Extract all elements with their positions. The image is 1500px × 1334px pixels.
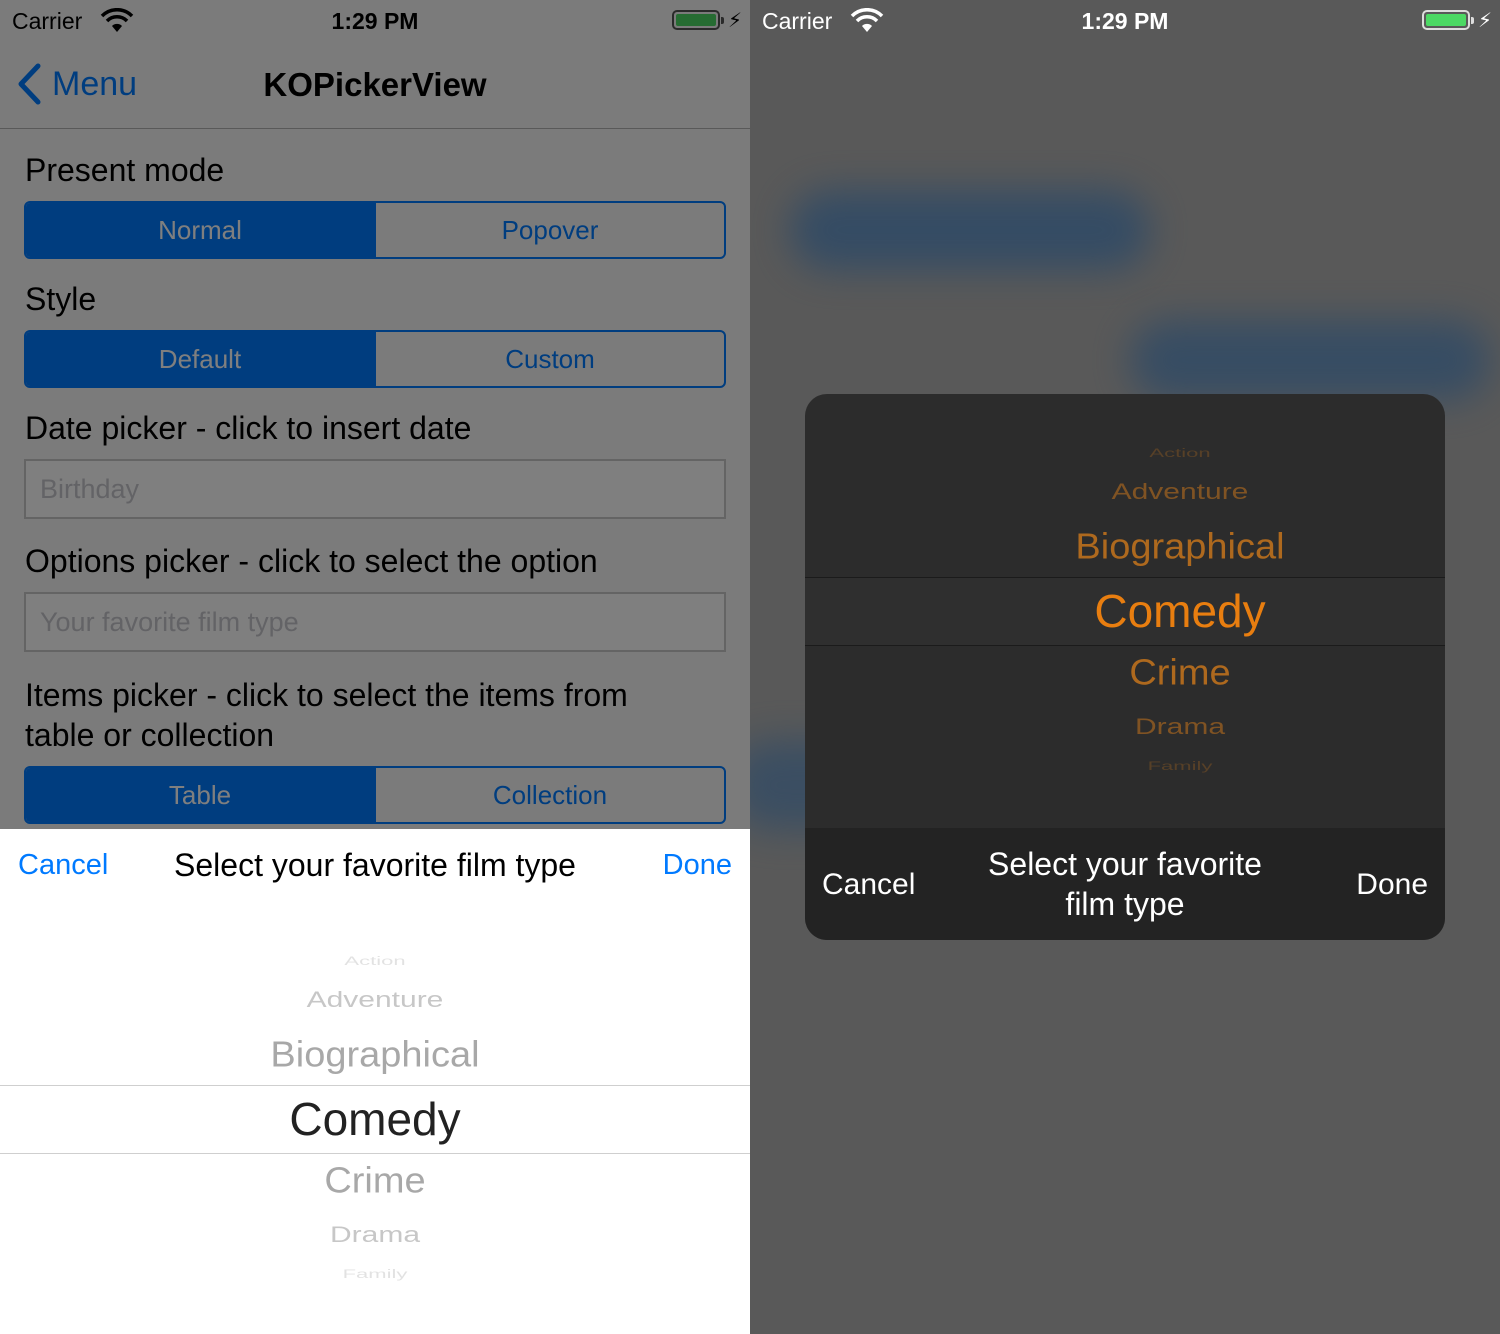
picker-row-selected[interactable]: Comedy bbox=[805, 588, 1445, 634]
popup-title: Select your favorite film type bbox=[965, 844, 1285, 924]
picker-row-selected[interactable]: Comedy bbox=[0, 1096, 750, 1142]
done-button[interactable]: Done bbox=[1356, 868, 1428, 902]
film-type-wheel[interactable]: Action Adventure Biographical Comedy Crime Dr… bbox=[805, 439, 1445, 794]
picker-row[interactable]: Biographical bbox=[805, 529, 1445, 565]
picker-row[interactable]: Drama bbox=[805, 715, 1445, 739]
normal-mode-screen: Carrier 1:29 PM ⚡ Menu KOPickerView Pres… bbox=[0, 0, 750, 1334]
cancel-button[interactable]: Cancel bbox=[822, 868, 915, 902]
done-button[interactable]: Done bbox=[663, 849, 732, 882]
blurred-background bbox=[1130, 320, 1490, 400]
picker-row[interactable]: Biographical bbox=[0, 1037, 750, 1073]
clock: 1:29 PM bbox=[1081, 8, 1169, 34]
status-bar: Carrier 1:29 PM ⚡ bbox=[750, 0, 1500, 40]
picker-row[interactable]: Adventure bbox=[805, 480, 1445, 504]
picker-row[interactable]: Action bbox=[805, 447, 1445, 459]
popup-title-line1: Select your favorite bbox=[988, 846, 1262, 882]
picker-row[interactable]: Family bbox=[0, 1268, 750, 1280]
picker-toolbar: Cancel Select your favorite film type Do… bbox=[0, 829, 750, 905]
picker-row[interactable]: Drama bbox=[0, 1223, 750, 1247]
picker-row[interactable]: Crime bbox=[0, 1163, 750, 1199]
dimming-overlay[interactable] bbox=[0, 0, 750, 829]
picker-sheet: Cancel Select your favorite film type Do… bbox=[0, 829, 750, 1334]
popover-mode-screen: Carrier 1:29 PM ⚡ Action Adventure Biograp… bbox=[750, 0, 1500, 1334]
picker-title: Select your favorite film type bbox=[174, 847, 576, 883]
battery-icon bbox=[1422, 10, 1474, 30]
popup-title-line2: film type bbox=[1065, 886, 1185, 922]
popup-picker: Action Adventure Biographical Comedy Crime Dr… bbox=[805, 394, 1445, 940]
picker-row[interactable]: Crime bbox=[805, 655, 1445, 691]
picker-row[interactable]: Family bbox=[805, 760, 1445, 772]
picker-row[interactable]: Adventure bbox=[0, 988, 750, 1012]
charging-icon: ⚡ bbox=[1477, 10, 1492, 32]
picker-row[interactable]: Action bbox=[0, 955, 750, 967]
blurred-background bbox=[790, 190, 1150, 270]
film-type-wheel[interactable]: Action Adventure Biographical Comedy Crime Dr… bbox=[0, 934, 750, 1324]
